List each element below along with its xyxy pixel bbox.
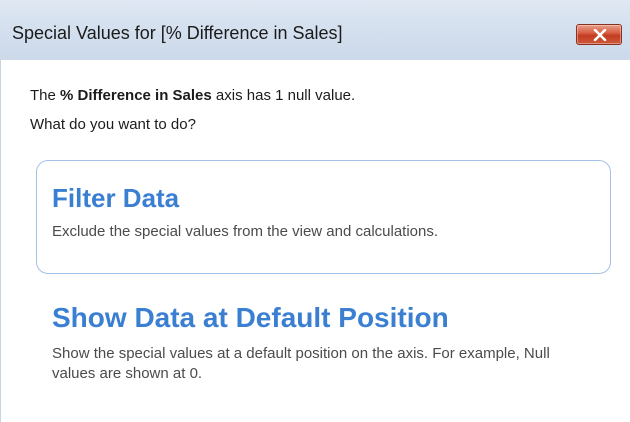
null-value-message: The % Difference in Sales axis has 1 nul… xyxy=(30,87,355,104)
show-data-default-position-option[interactable]: Show Data at Default Position Show the s… xyxy=(36,288,611,408)
filter-data-description: Exclude the special values from the view… xyxy=(52,223,439,240)
axis-name: % Difference in Sales xyxy=(60,87,212,104)
special-values-dialog: Special Values for [% Difference in Sale… xyxy=(0,0,630,422)
message-suffix: axis has 1 null value. xyxy=(211,87,356,104)
close-icon xyxy=(593,29,607,41)
show-data-default-position-description: Show the special values at a default pos… xyxy=(52,345,550,382)
dialog-title: Special Values for [% Difference in Sale… xyxy=(12,23,343,43)
filter-data-title: Filter Data xyxy=(52,183,180,213)
dialog-content: The % Difference in Sales axis has 1 nul… xyxy=(0,60,630,422)
question-text: What do you want to do? xyxy=(30,116,196,133)
title-bar: Special Values for [% Difference in Sale… xyxy=(0,0,630,60)
message-prefix: The xyxy=(30,87,61,104)
show-data-default-position-title: Show Data at Default Position xyxy=(52,302,449,333)
close-button[interactable] xyxy=(576,24,622,45)
filter-data-option[interactable]: Filter Data Exclude the special values f… xyxy=(36,160,611,274)
